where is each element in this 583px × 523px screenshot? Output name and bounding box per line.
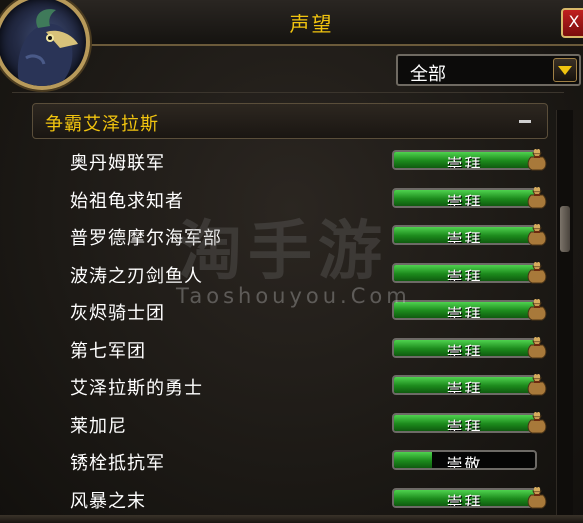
paragon-bag-icon[interactable]: [526, 221, 548, 247]
paragon-bag-icon[interactable]: [526, 259, 548, 285]
faction-row[interactable]: 莱加尼 崇拜: [12, 404, 564, 441]
faction-name: 第七军团: [70, 340, 146, 362]
faction-row[interactable]: 普罗德摩尔海军部 崇拜: [12, 216, 564, 253]
faction-row[interactable]: 奥丹姆联军 崇拜: [12, 141, 564, 178]
faction-row[interactable]: 锈栓抵抗军 崇敬: [12, 441, 564, 478]
faction-name: 艾泽拉斯的勇士: [70, 378, 203, 399]
reputation-bar[interactable]: 崇拜: [392, 375, 537, 395]
window-title: 声望: [289, 12, 334, 36]
faction-row[interactable]: 始祖龟求知者 崇拜: [12, 179, 564, 216]
portrait-icon: [17, 9, 78, 86]
dropdown-selected-label: 全部: [410, 64, 446, 85]
faction-name: 始祖龟求知者: [70, 190, 184, 212]
reputation-bar[interactable]: 崇拜: [392, 225, 537, 245]
reputation-bar[interactable]: 崇拜: [392, 337, 537, 358]
faction-row[interactable]: 第七军团 崇拜: [12, 329, 564, 366]
standing-label: 崇拜: [446, 230, 483, 245]
standing-label: 崇拜: [446, 380, 483, 395]
reputation-bar[interactable]: 崇敬: [392, 450, 537, 470]
list-scrollbar[interactable]: [556, 110, 573, 520]
reputation-bar[interactable]: 崇拜: [392, 487, 537, 508]
category-header[interactable]: 争霸艾泽拉斯: [32, 103, 548, 139]
standing-label: 崇拜: [446, 192, 483, 208]
character-portrait: [0, 0, 90, 90]
window-bottom-edge: [0, 515, 583, 523]
reputation-list: 争霸艾泽拉斯 奥丹姆联军 崇拜 始祖龟求知者 崇拜 普罗德摩尔海军部 崇拜 波涛之刃剑鱼人崇…: [12, 92, 564, 523]
faction-name: 波涛之刃剑鱼人: [70, 265, 203, 287]
close-button[interactable]: X: [561, 8, 583, 38]
faction-filter-dropdown[interactable]: 全部: [396, 54, 581, 86]
faction-name: 锈栓抵抗军: [70, 453, 165, 474]
reputation-window: 声望 X 全部 争霸艾泽拉斯 奥丹姆联军 崇拜 始祖龟求知者 崇拜 普罗德摩尔海军部 崇拜…: [0, 0, 583, 523]
standing-label: 崇拜: [446, 492, 483, 508]
standing-label: 崇拜: [446, 417, 483, 433]
paragon-bag-icon[interactable]: [526, 334, 548, 360]
collapse-icon[interactable]: [519, 120, 531, 123]
standing-label: 崇拜: [446, 342, 483, 358]
faction-row[interactable]: 波涛之刃剑鱼人 崇拜: [12, 254, 564, 291]
paragon-bag-icon[interactable]: [526, 484, 548, 510]
scroll-thumb[interactable]: [560, 206, 570, 252]
paragon-bag-icon[interactable]: [526, 296, 548, 322]
standing-label: 崇拜: [446, 305, 483, 320]
paragon-bag-icon[interactable]: [526, 409, 548, 435]
reputation-bar[interactable]: 崇拜: [392, 300, 537, 320]
reputation-bar[interactable]: 崇拜: [392, 412, 537, 433]
category-label: 争霸艾泽拉斯: [45, 114, 159, 135]
faction-row[interactable]: 艾泽拉斯的勇士 崇拜: [12, 366, 564, 403]
faction-name: 普罗德摩尔海军部: [70, 228, 222, 249]
faction-name: 风暴之末: [70, 490, 146, 512]
standing-label: 崇拜: [446, 267, 483, 283]
reputation-bar[interactable]: 崇拜: [392, 187, 537, 208]
faction-name: 灰烬骑士团: [70, 303, 165, 324]
reputation-bar[interactable]: 崇拜: [392, 262, 537, 283]
faction-name: 莱加尼: [70, 415, 127, 437]
faction-row[interactable]: 灰烬骑士团 崇拜: [12, 291, 564, 328]
paragon-bag-icon[interactable]: [526, 371, 548, 397]
faction-row[interactable]: 风暴之末 崇拜: [12, 479, 564, 516]
title-bar: 声望 X: [60, 0, 583, 46]
reputation-bar[interactable]: 崇拜: [392, 150, 537, 170]
chevron-down-icon[interactable]: [553, 58, 577, 82]
standing-label: 崇敬: [446, 455, 483, 470]
paragon-bag-icon[interactable]: [526, 146, 548, 172]
faction-name: 奥丹姆联军: [70, 153, 165, 174]
standing-label: 崇拜: [446, 155, 483, 170]
paragon-bag-icon[interactable]: [526, 184, 548, 210]
